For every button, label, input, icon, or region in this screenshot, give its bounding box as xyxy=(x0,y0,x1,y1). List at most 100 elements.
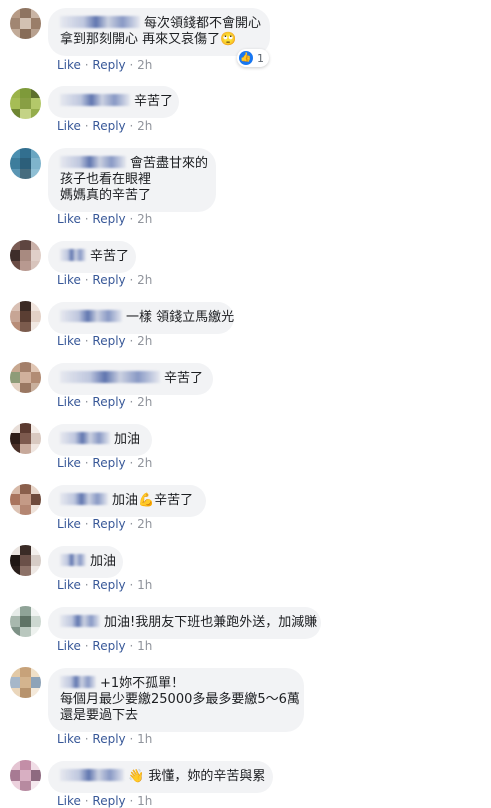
blurred-author-name[interactable] xyxy=(60,615,100,627)
comment-bubble: 加油 xyxy=(48,424,152,456)
like-link[interactable]: Like xyxy=(57,395,81,409)
comment-actions: Like · Reply · 2h xyxy=(57,334,153,348)
blurred-author-name[interactable] xyxy=(60,94,130,106)
comment-text: 加油!我朋友下班也兼跑外送，加減賺 xyxy=(104,615,318,630)
like-link[interactable]: Like xyxy=(57,334,81,348)
comment-actions: Like · Reply · 2h xyxy=(57,395,153,409)
avatar[interactable] xyxy=(10,667,41,698)
blurred-author-name[interactable] xyxy=(60,769,124,781)
comment-text: 加油💪辛苦了 xyxy=(112,493,194,508)
timestamp[interactable]: 2h xyxy=(137,517,152,531)
comment-text: 拿到那刻開心 再來又哀傷了🙄 xyxy=(60,32,237,47)
avatar[interactable] xyxy=(10,8,41,39)
comment-text: 孩子也看在眼裡 xyxy=(60,172,152,187)
reply-link[interactable]: Reply xyxy=(92,732,125,746)
comment-bubble: 辛苦了 xyxy=(48,86,179,118)
comment-actions: Like · Reply · 1h xyxy=(57,794,153,808)
comment-bubble: 辛苦了 xyxy=(48,241,136,273)
avatar[interactable] xyxy=(10,240,41,271)
blurred-author-name[interactable] xyxy=(60,249,86,261)
timestamp[interactable]: 2h xyxy=(137,334,152,348)
comment-text: +1妳不孤單！ xyxy=(100,676,185,691)
comment-bubble: 辛苦了 xyxy=(48,363,213,395)
comment-actions: Like · Reply · 2h xyxy=(57,517,153,531)
comment-bubble: 加油💪辛苦了 xyxy=(48,485,206,517)
blurred-author-name[interactable] xyxy=(60,156,126,168)
avatar[interactable] xyxy=(10,760,41,791)
comment-bubble: 加油!我朋友下班也兼跑外送，加減賺 xyxy=(48,607,321,639)
timestamp[interactable]: 1h xyxy=(137,794,152,808)
comment-bubble: 👋 我懂，妳的辛苦與累 xyxy=(48,761,273,793)
comment-actions: Like · Reply · 1h xyxy=(57,732,153,746)
like-link[interactable]: Like xyxy=(57,639,81,653)
avatar[interactable] xyxy=(10,362,41,393)
reply-link[interactable]: Reply xyxy=(92,119,125,133)
timestamp[interactable]: 2h xyxy=(137,58,152,72)
comment-text: 辛苦了 xyxy=(90,249,130,264)
timestamp[interactable]: 2h xyxy=(137,456,152,470)
blurred-author-name[interactable] xyxy=(60,16,140,28)
timestamp[interactable]: 1h xyxy=(137,732,152,746)
comment-bubble: +1妳不孤單！ 每個月最少要繳25000多最多要繳5～6萬 還是要過下去 xyxy=(48,668,304,732)
timestamp[interactable]: 2h xyxy=(137,119,152,133)
comment-bubble: 一樣 領錢立馬繳光 xyxy=(48,302,234,334)
reply-link[interactable]: Reply xyxy=(92,58,125,72)
avatar[interactable] xyxy=(10,606,41,637)
comment-actions: Like · Reply · 1h xyxy=(57,578,153,592)
timestamp[interactable]: 2h xyxy=(137,395,152,409)
like-link[interactable]: Like xyxy=(57,273,81,287)
reply-link[interactable]: Reply xyxy=(92,334,125,348)
avatar[interactable] xyxy=(10,423,41,454)
timestamp[interactable]: 2h xyxy=(137,212,152,226)
like-link[interactable]: Like xyxy=(57,578,81,592)
reply-link[interactable]: Reply xyxy=(92,395,125,409)
comment-bubble: 每次領錢都不會開心 拿到那刻開心 再來又哀傷了🙄 xyxy=(48,8,270,56)
reply-link[interactable]: Reply xyxy=(92,273,125,287)
comment-text: 辛苦了 xyxy=(134,94,174,109)
reply-link[interactable]: Reply xyxy=(92,212,125,226)
comment-actions: Like · Reply · 2h xyxy=(57,273,153,287)
reply-link[interactable]: Reply xyxy=(92,517,125,531)
like-link[interactable]: Like xyxy=(57,212,81,226)
avatar[interactable] xyxy=(10,88,41,119)
like-link[interactable]: Like xyxy=(57,517,81,531)
like-link[interactable]: Like xyxy=(57,794,81,808)
comment-text: 一樣 領錢立馬繳光 xyxy=(126,310,235,325)
comment-text: 每次領錢都不會開心 xyxy=(144,16,262,31)
blurred-author-name[interactable] xyxy=(60,371,160,383)
comment-actions: Like · Reply · 2h xyxy=(57,58,153,72)
like-link[interactable]: Like xyxy=(57,58,81,72)
blurred-author-name[interactable] xyxy=(60,310,122,322)
comment-text: 加油 xyxy=(90,554,117,569)
comment-actions: Like · Reply · 2h xyxy=(57,119,153,133)
comment-text: 辛苦了 xyxy=(164,371,204,386)
reply-link[interactable]: Reply xyxy=(92,794,125,808)
timestamp[interactable]: 1h xyxy=(137,578,152,592)
avatar[interactable] xyxy=(10,148,41,179)
like-link[interactable]: Like xyxy=(57,732,81,746)
reply-link[interactable]: Reply xyxy=(92,456,125,470)
reply-link[interactable]: Reply xyxy=(92,578,125,592)
comment-bubble: 加油 xyxy=(48,546,123,578)
avatar[interactable] xyxy=(10,545,41,576)
blurred-author-name[interactable] xyxy=(60,432,110,444)
timestamp[interactable]: 2h xyxy=(137,273,152,287)
like-link[interactable]: Like xyxy=(57,119,81,133)
comment-text: 每個月最少要繳25000多最多要繳5～6萬 xyxy=(60,692,300,707)
blurred-author-name[interactable] xyxy=(60,493,108,505)
avatar[interactable] xyxy=(10,484,41,515)
blurred-author-name[interactable] xyxy=(60,676,96,688)
like-link[interactable]: Like xyxy=(57,456,81,470)
avatar[interactable] xyxy=(10,301,41,332)
comment-text: 👋 我懂，妳的辛苦與累 xyxy=(128,769,266,784)
comment-text: 加油 xyxy=(114,432,141,447)
comment-text: 還是要過下去 xyxy=(60,708,139,723)
comment-text: 會苦盡甘來的 xyxy=(130,156,209,171)
timestamp[interactable]: 1h xyxy=(137,639,152,653)
reply-link[interactable]: Reply xyxy=(92,639,125,653)
thumbs-up-icon: 👍 xyxy=(239,51,253,65)
comment-bubble: 會苦盡甘來的 孩子也看在眼裡 媽媽真的辛苦了 xyxy=(48,148,216,212)
comment-text: 媽媽真的辛苦了 xyxy=(60,188,152,203)
blurred-author-name[interactable] xyxy=(60,554,86,566)
reaction-count[interactable]: 👍 1 xyxy=(237,49,269,67)
